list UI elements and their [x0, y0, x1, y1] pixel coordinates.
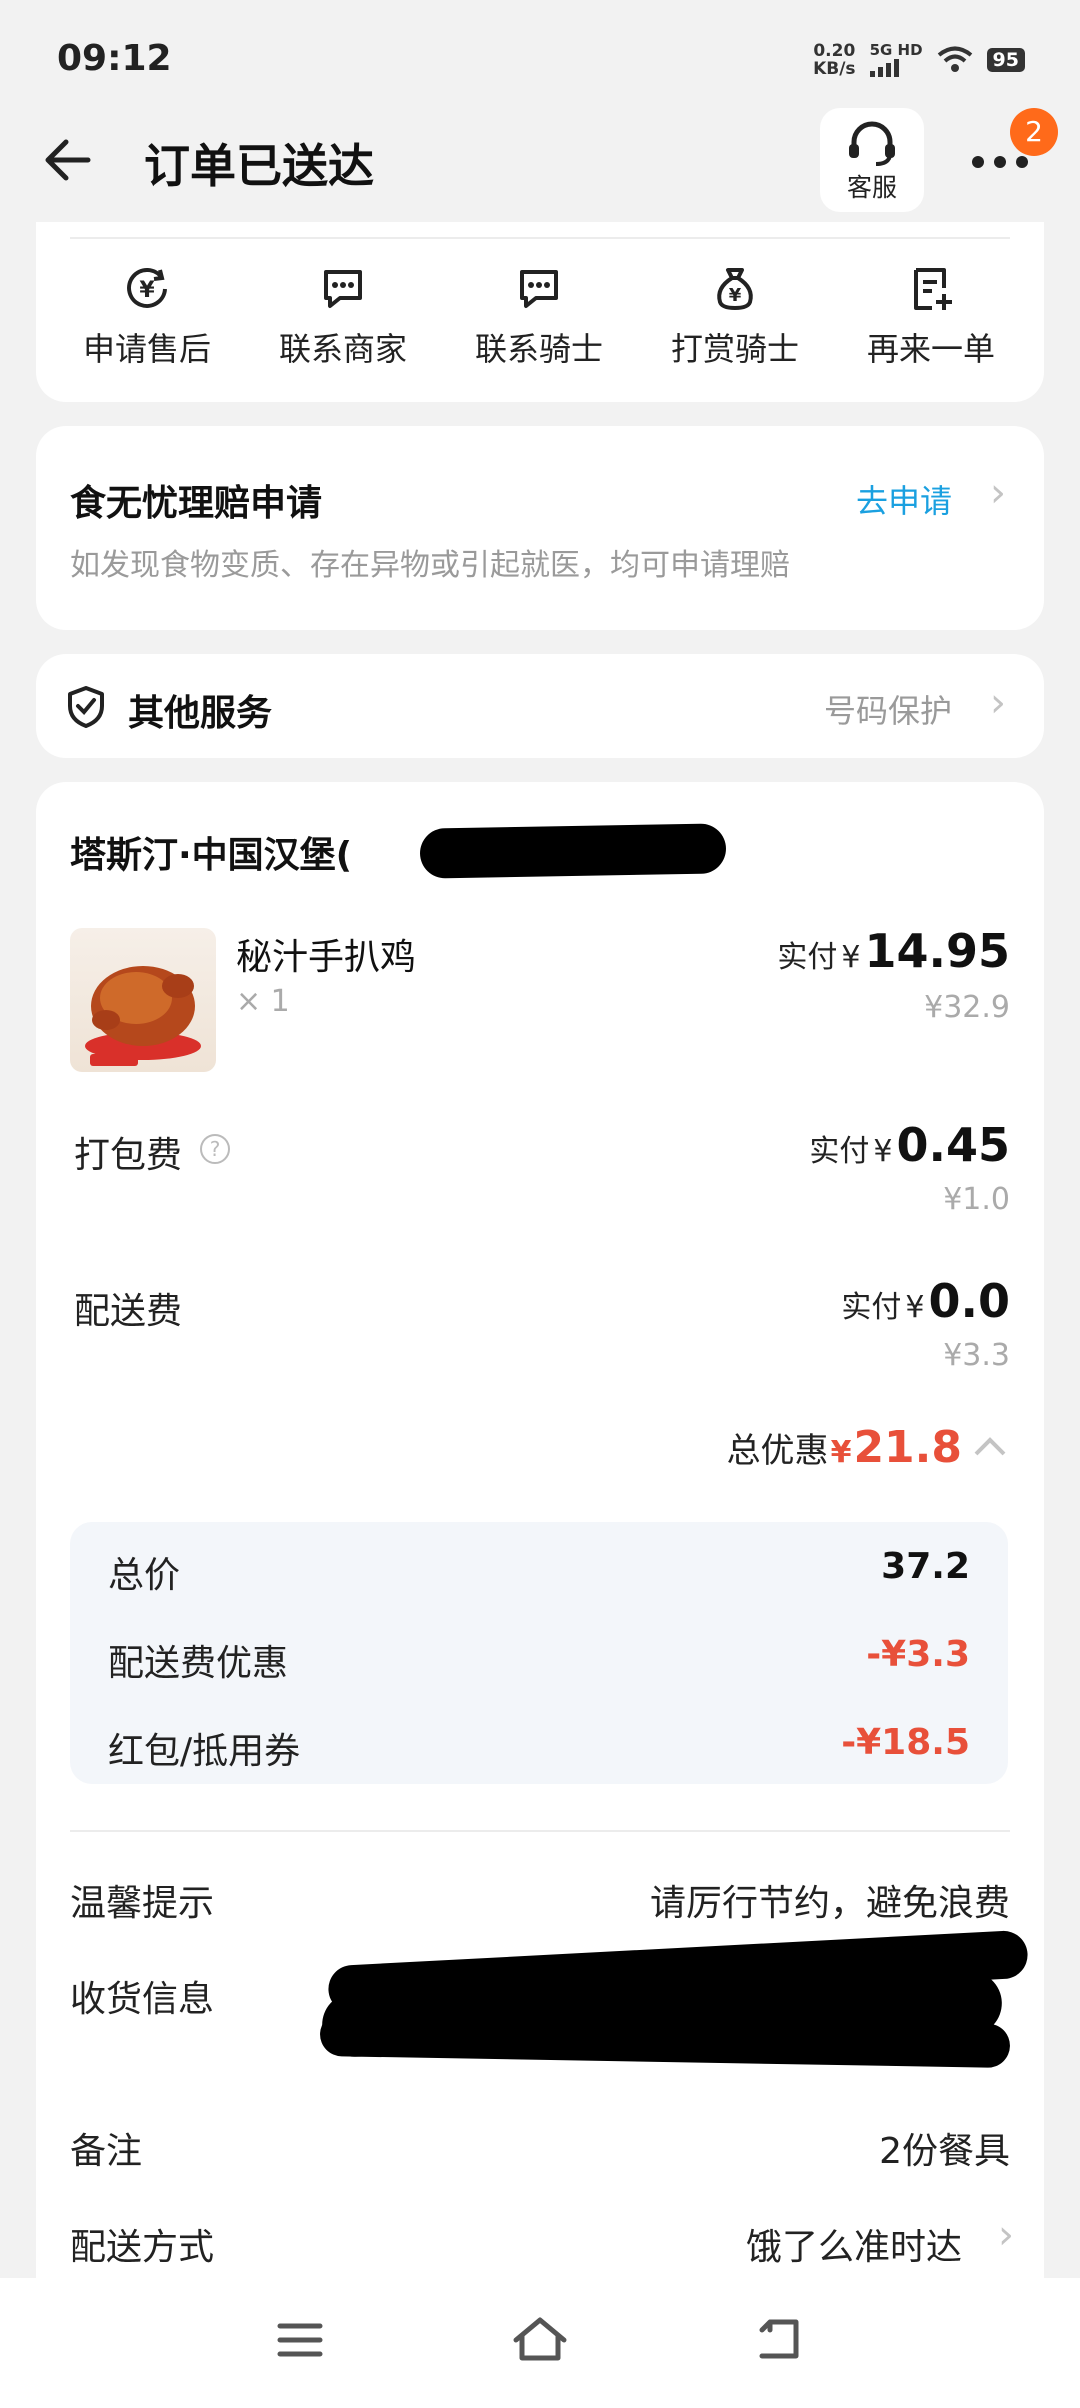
- page-title: 订单已送达: [144, 139, 374, 193]
- note-label: 备注: [70, 2131, 143, 2172]
- item-original-price: ¥32.9: [924, 990, 1010, 1025]
- delivery-method-value[interactable]: 饿了么准时达: [746, 2218, 962, 2270]
- packing-fee-paid: 实付 ¥ 0.45: [809, 1118, 1010, 1172]
- total-price-label: 总价: [108, 1555, 181, 1596]
- address-label: 收货信息: [70, 1979, 215, 2020]
- back-icon[interactable]: [756, 2316, 806, 2362]
- note-value: 2份餐具: [879, 2131, 1010, 2172]
- tip-label: 温馨提示: [70, 1883, 215, 1924]
- packing-fee-original: ¥1.0: [943, 1182, 1010, 1217]
- menu-icon[interactable]: [276, 2320, 324, 2360]
- claim-card[interactable]: 食无忧理赔申请 去申请 › 如发现食物变质、存在异物或引起就医，均可申请理赔: [36, 426, 1044, 630]
- chat-icon: [324, 270, 362, 308]
- status-icons: 0.20 KB/s 5G HD 95: [813, 42, 1025, 78]
- network-speed: 0.20 KB/s: [813, 41, 856, 79]
- divider: [70, 1830, 1010, 1832]
- item-paid: 实付 ¥ 14.95: [777, 924, 1010, 978]
- status-time: 09:12: [57, 38, 172, 79]
- headset-icon: [849, 121, 895, 166]
- price-breakdown: 总价 37.2 配送费优惠 -¥3.3 红包/抵用券 -¥18.5: [70, 1522, 1008, 1784]
- divider: [70, 237, 1010, 239]
- system-nav-bar: [0, 2278, 1080, 2408]
- delivery-fee-label: 配送费: [74, 1291, 183, 1332]
- reorder-button[interactable]: 再来一单: [846, 264, 1016, 370]
- roast-chicken-image: [85, 966, 201, 1066]
- number-protection-link[interactable]: 号码保护: [824, 686, 952, 732]
- money-bag-icon: ¥: [717, 268, 753, 311]
- svg-text:¥: ¥: [729, 285, 742, 306]
- store-name[interactable]: 塔斯汀·中国汉堡(: [70, 826, 352, 878]
- delivery-discount-label: 配送费优惠: [108, 1643, 289, 1684]
- battery-icon: 95: [986, 48, 1025, 72]
- claim-title: 食无忧理赔申请: [70, 483, 323, 524]
- tip-value: 请厉行节约，避免浪费: [649, 1883, 1010, 1924]
- chevron-right-icon: ›: [990, 470, 1006, 516]
- packing-fee-label: 打包费: [74, 1135, 183, 1176]
- reorder-icon: [914, 268, 952, 310]
- contact-merchant-button[interactable]: 联系商家: [258, 264, 428, 370]
- more-icon[interactable]: [968, 150, 1032, 174]
- delivery-discount-value: -¥3.3: [866, 1634, 970, 1675]
- other-services-title: 其他服务: [128, 693, 273, 734]
- customer-service-label: 客服: [846, 173, 897, 202]
- wifi-icon: [937, 46, 972, 72]
- home-icon[interactable]: [512, 2314, 568, 2364]
- back-arrow-icon[interactable]: [38, 130, 98, 190]
- item-image[interactable]: [70, 928, 216, 1072]
- delivery-fee-paid: 实付 ¥ 0.0: [841, 1274, 1010, 1328]
- svg-text:¥: ¥: [139, 278, 155, 303]
- after-sale-button[interactable]: ¥ 申请售后: [62, 264, 232, 370]
- shield-check-icon: [68, 686, 104, 728]
- after-sale-icon: ¥: [127, 268, 167, 308]
- coupon-label: 红包/抵用券: [108, 1731, 301, 1772]
- redaction: [419, 823, 727, 879]
- notification-badge: 2: [1010, 108, 1058, 156]
- item-name: 秘汁手扒鸡: [236, 937, 417, 978]
- delivery-fee-original: ¥3.3: [943, 1338, 1010, 1373]
- action-row: ¥ 申请售后 联系商家 联系骑士 ¥ 打赏骑士 再来一单: [0, 250, 1080, 370]
- apply-claim-link[interactable]: 去申请: [856, 476, 952, 522]
- other-services-card[interactable]: 其他服务 号码保护 ›: [36, 654, 1044, 758]
- item-quantity: × 1: [236, 984, 290, 1019]
- claim-description: 如发现食物变质、存在异物或引起就医，均可申请理赔: [70, 548, 790, 583]
- help-icon[interactable]: ?: [200, 1134, 230, 1164]
- chevron-right-icon: ›: [990, 680, 1006, 726]
- tip-rider-button[interactable]: ¥ 打赏骑士: [650, 264, 820, 370]
- signal-icon: 5G HD: [869, 43, 923, 77]
- chevron-right-icon: ›: [998, 2212, 1014, 2258]
- chevron-up-icon: [974, 1437, 1006, 1456]
- coupon-value: -¥18.5: [841, 1722, 970, 1763]
- total-discount-toggle[interactable]: 总优惠 ¥ 21.8: [727, 1422, 1010, 1473]
- delivery-method-label: 配送方式: [70, 2227, 215, 2268]
- total-price-value: 37.2: [881, 1546, 970, 1587]
- chat-icon: [520, 270, 558, 308]
- contact-rider-button[interactable]: 联系骑士: [454, 264, 624, 370]
